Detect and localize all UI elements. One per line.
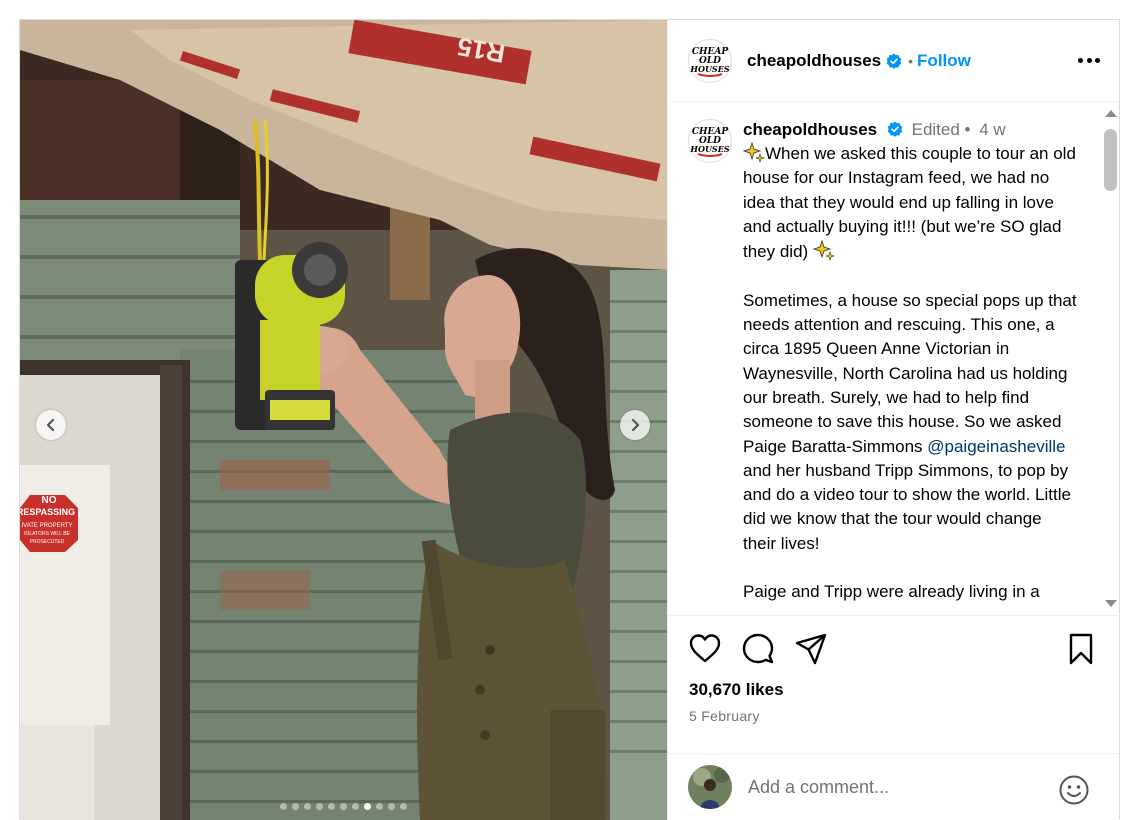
more-dot-icon	[1095, 57, 1100, 63]
current-user-avatar	[688, 765, 732, 809]
carousel-dot	[304, 803, 311, 810]
carousel-dot	[340, 803, 347, 810]
more-dot-icon	[1086, 57, 1092, 63]
comments-scrollbar[interactable]	[1101, 103, 1119, 615]
svg-text:HOUSES: HOUSES	[690, 64, 730, 74]
mention-link[interactable]: @paigeinasheville	[927, 437, 1065, 456]
emoji-picker-icon[interactable]	[1058, 774, 1090, 806]
more-dot-icon	[1078, 57, 1083, 63]
save-bookmark-icon[interactable]	[1064, 632, 1098, 666]
like-heart-icon[interactable]	[688, 632, 722, 666]
header-separator: •	[908, 52, 914, 69]
carousel-dot	[328, 803, 335, 810]
svg-text:IVATE PROPERTY: IVATE PROPERTY	[21, 523, 72, 529]
add-comment-bar	[668, 753, 1120, 820]
post-date[interactable]: 5 February	[689, 708, 760, 724]
svg-text:PROSECUTED: PROSECUTED	[30, 539, 65, 545]
author-username[interactable]: cheapoldhouses	[747, 51, 881, 71]
cheapoldhouses-logo: CHEAP OLD HOUSES	[690, 47, 730, 77]
follow-button[interactable]: Follow	[917, 51, 971, 71]
comment-bubble-icon[interactable]	[741, 632, 775, 666]
scrollbar-thumb[interactable]	[1104, 129, 1117, 191]
scroll-down-arrow-icon[interactable]	[1105, 600, 1117, 607]
carousel-dot	[316, 803, 323, 810]
previous-slide-button[interactable]	[36, 410, 66, 440]
verified-badge-icon	[887, 121, 903, 137]
caption-body: cheapoldhouses Edited • 4 w When we aske…	[743, 119, 1079, 605]
chevron-right-icon	[631, 418, 640, 432]
comment-input[interactable]	[748, 776, 1038, 798]
post-header: CHEAP OLD HOUSES cheapoldhouses • Follow	[668, 20, 1119, 102]
share-send-icon[interactable]	[794, 632, 828, 666]
comments-scroll-area[interactable]: CHEAP OLD HOUSES cheapoldhouses Edited •	[668, 103, 1120, 615]
caption-paragraph-3: Paige and Tripp were already living in a	[743, 582, 1040, 602]
svg-text:HOUSES: HOUSES	[690, 144, 730, 154]
svg-text:IOLATORS WILL BE: IOLATORS WILL BE	[24, 531, 70, 537]
carousel-dot	[388, 803, 395, 810]
chevron-left-icon	[46, 418, 55, 432]
carousel-dot	[364, 803, 371, 810]
post-caption: CHEAP OLD HOUSES cheapoldhouses Edited •	[668, 103, 1120, 605]
edited-label: Edited •	[911, 120, 971, 139]
like-count[interactable]: 30,670 likes	[689, 680, 784, 700]
action-icons	[668, 616, 1120, 686]
sparkles-emoji-icon	[812, 239, 835, 262]
caption-meta: cheapoldhouses Edited • 4 w	[743, 119, 1079, 141]
post-side-panel: CHEAP OLD HOUSES cheapoldhouses • Follow	[667, 20, 1120, 820]
caption-author-avatar[interactable]: CHEAP OLD HOUSES	[688, 119, 732, 163]
caption-paragraph-1: When we asked this couple to tour an old…	[743, 144, 1081, 262]
verified-badge-icon	[886, 53, 902, 69]
author-avatar[interactable]: CHEAP OLD HOUSES	[688, 38, 732, 83]
caption-username[interactable]: cheapoldhouses	[743, 120, 877, 139]
svg-text:NO: NO	[42, 495, 57, 506]
post-actions: 30,670 likes 5 February	[668, 615, 1120, 753]
post-dialog: R15 NO RESPASSING IVATE PROPERTY IOLATOR…	[19, 19, 1120, 820]
post-time-ago[interactable]: 4 w	[979, 120, 1005, 139]
more-options-button[interactable]	[1075, 48, 1103, 72]
carousel-dot	[280, 803, 287, 810]
svg-text:RESPASSING: RESPASSING	[20, 507, 75, 517]
cheapoldhouses-logo: CHEAP OLD HOUSES	[690, 127, 730, 157]
post-photo: R15 NO RESPASSING IVATE PROPERTY IOLATOR…	[20, 20, 667, 820]
carousel-dot	[352, 803, 359, 810]
caption-paragraph-2: Sometimes, a house so special pops up th…	[743, 290, 1082, 456]
post-media[interactable]: R15 NO RESPASSING IVATE PROPERTY IOLATOR…	[20, 20, 667, 820]
caption-text: When we asked this couple to tour an old…	[743, 141, 1079, 605]
sparkles-emoji-icon	[743, 141, 765, 163]
carousel-dot	[376, 803, 383, 810]
carousel-dot	[292, 803, 299, 810]
scroll-up-arrow-icon[interactable]	[1105, 110, 1117, 117]
carousel-indicator	[20, 803, 667, 810]
next-slide-button[interactable]	[620, 410, 650, 440]
carousel-dot	[400, 803, 407, 810]
no-trespassing-sign: NO RESPASSING IVATE PROPERTY IOLATORS WI…	[20, 495, 78, 552]
